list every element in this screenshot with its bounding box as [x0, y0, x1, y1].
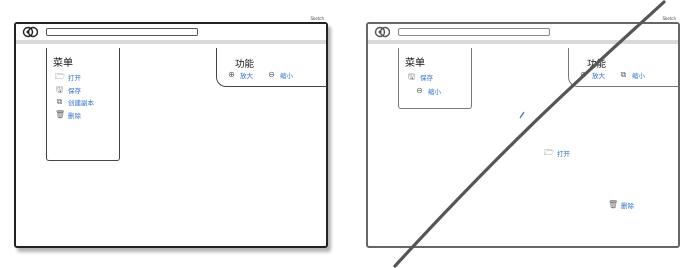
browser-toolbar — [368, 24, 678, 44]
save-icon: 🖫 — [56, 85, 63, 94]
folder-open-icon: 🗁 — [544, 148, 554, 157]
floating-item-open[interactable]: 🗁 打开 — [544, 148, 570, 159]
menu-item-label: 打开 — [68, 74, 81, 82]
window-title: Sketch — [662, 16, 676, 21]
save-icon: 🖫 — [408, 72, 415, 81]
function-item-zoom-in[interactable]: ⊕ 放大 — [579, 70, 605, 81]
toolbar-divider — [16, 40, 326, 44]
menu-item-save[interactable]: 🖫 保存 — [407, 72, 433, 83]
function-title: 功能 — [235, 59, 255, 70]
menu-item-save[interactable]: 🖫 保存 — [55, 85, 81, 96]
function-title: 功能 — [587, 59, 607, 70]
toolbar-divider — [368, 40, 678, 44]
menu-item-label: 删除 — [68, 112, 81, 120]
copy-icon: ⧉ — [620, 70, 627, 79]
address-bar[interactable] — [46, 28, 198, 36]
address-bar[interactable] — [398, 28, 550, 36]
menu-panel: 菜单 🗁 打开 🖫 保存 ⧉ 创建副本 🗑 删除 — [46, 48, 120, 161]
floating-item-label: 删除 — [621, 202, 634, 210]
window-frame: 菜单 🖫 保存 ⊖ 缩小 功能 ⊕ 放大 ⧉ 缩小 🗁 打开 🗑 删除 — [366, 22, 680, 248]
floating-item-label: 打开 — [557, 150, 570, 158]
eye-icon — [22, 26, 38, 38]
window-title: Sketch — [310, 16, 324, 21]
menu-item-label: 缩小 — [428, 88, 441, 96]
zoom-in-icon: ⊕ — [228, 70, 235, 79]
menu-item-delete[interactable]: 🗑 删除 — [55, 110, 81, 121]
function-item-zoom-out[interactable]: ⊖ 缩小 — [267, 70, 293, 81]
function-item-zoom-in[interactable]: ⊕ 放大 — [227, 70, 253, 81]
menu-item-label: 创建副本 — [68, 99, 94, 107]
floating-item-delete[interactable]: 🗑 删除 — [608, 200, 634, 211]
function-panel: 功能 ⊕ 放大 ⧉ 缩小 — [568, 48, 679, 87]
function-item-label: 放大 — [592, 72, 605, 80]
function-item-label: 放大 — [240, 72, 253, 80]
menu-title: 菜单 — [405, 58, 425, 69]
menu-item-open[interactable]: 🗁 打开 — [55, 72, 81, 83]
folder-open-icon: 🗁 — [55, 72, 65, 81]
zoom-in-icon: ⊕ — [580, 70, 587, 79]
sketch-window-good: Sketch 菜单 🗁 打开 🖫 保存 ⧉ 创建副本 🗑 删除 功能 ⊕ 放大 … — [14, 14, 328, 248]
menu-title: 菜单 — [53, 58, 73, 69]
copy-icon: ⧉ — [56, 97, 63, 106]
menu-item-zoom-out[interactable]: ⊖ 缩小 — [415, 86, 441, 97]
eye-icon — [374, 26, 390, 38]
trash-icon: 🗑 — [608, 200, 619, 209]
function-panel: 功能 ⊕ 放大 ⊖ 缩小 — [216, 48, 327, 87]
sketch-window-bad: Sketch 菜单 🖫 保存 ⊖ 缩小 功能 ⊕ 放大 ⧉ 缩小 🗁 打开 🗑 … — [366, 14, 680, 248]
menu-panel: 菜单 🖫 保存 ⊖ 缩小 — [398, 48, 472, 109]
menu-item-label: 保存 — [420, 74, 433, 82]
window-frame: 菜单 🗁 打开 🖫 保存 ⧉ 创建副本 🗑 删除 功能 ⊕ 放大 ⊖ 缩小 — [14, 22, 328, 248]
menu-item-copy[interactable]: ⧉ 创建副本 — [55, 97, 94, 108]
function-item-label: 缩小 — [280, 72, 293, 80]
function-item-zoom-out[interactable]: ⧉ 缩小 — [619, 70, 645, 81]
menu-item-label: 保存 — [68, 87, 81, 95]
zoom-out-icon: ⊖ — [268, 70, 275, 79]
trash-icon: 🗑 — [55, 110, 66, 119]
zoom-out-icon: ⊖ — [416, 86, 423, 95]
browser-toolbar — [16, 24, 326, 44]
function-item-label: 缩小 — [632, 72, 645, 80]
